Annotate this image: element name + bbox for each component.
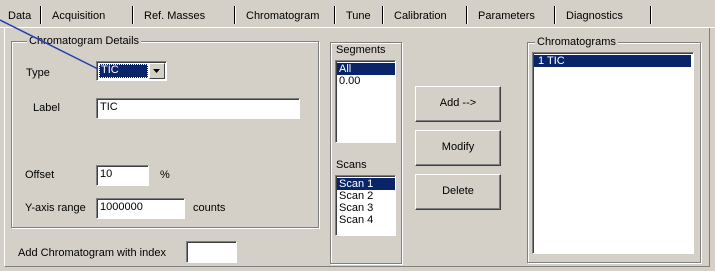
tab-tune[interactable]: Tune xyxy=(340,7,377,25)
tab-chromatogram[interactable]: Chromatogram xyxy=(240,7,325,25)
tab-separator xyxy=(466,6,468,24)
y-axis-range-input[interactable]: 1000000 xyxy=(96,198,185,219)
offset-input-value: 10 xyxy=(100,168,113,180)
tab-ref-masses[interactable]: Ref. Masses xyxy=(138,7,211,25)
y-axis-range-value: 1000000 xyxy=(100,201,143,213)
tab-separator xyxy=(334,6,336,24)
tab-separator xyxy=(382,6,384,24)
tab-separator xyxy=(234,6,236,24)
add-index-input[interactable] xyxy=(186,241,237,263)
tab-parameters[interactable]: Parameters xyxy=(472,7,541,25)
segments-title: Segments xyxy=(336,44,386,56)
modify-button[interactable]: Modify xyxy=(415,130,501,166)
tab-diagnostics[interactable]: Diagnostics xyxy=(560,7,629,25)
scan-item-1[interactable]: Scan 1 xyxy=(337,178,395,190)
scan-item-3[interactable]: Scan 3 xyxy=(337,202,395,214)
tab-calibration[interactable]: Calibration xyxy=(388,7,453,25)
segment-item-0-00[interactable]: 0.00 xyxy=(337,75,395,87)
label-label: Label xyxy=(33,102,60,114)
offset-input[interactable]: 10 xyxy=(96,165,149,186)
tab-separator xyxy=(650,6,652,24)
add-button[interactable]: Add --> xyxy=(415,86,501,122)
offset-label: Offset xyxy=(25,169,55,181)
tab-separator xyxy=(554,6,556,24)
scans-listbox[interactable]: Scan 1 Scan 2 Scan 3 Scan 4 xyxy=(335,175,396,236)
chromatogram-item[interactable]: 1 TIC xyxy=(534,55,691,67)
type-dropdown-button[interactable] xyxy=(149,63,165,79)
annotation-pointer-line xyxy=(0,19,99,70)
add-index-label: Add Chromatogram with index xyxy=(18,247,166,259)
chromatograms-title: Chromatograms xyxy=(535,36,618,48)
scans-title: Scans xyxy=(336,159,367,171)
scan-item-4[interactable]: Scan 4 xyxy=(337,214,395,226)
chromatograms-listbox[interactable]: 1 TIC xyxy=(532,52,694,254)
tab-separator xyxy=(132,6,134,24)
label-input[interactable]: TIC xyxy=(96,98,300,119)
y-axis-range-label: Y-axis range xyxy=(25,202,86,214)
offset-unit: % xyxy=(160,169,170,181)
segment-item-all[interactable]: All xyxy=(337,63,395,75)
y-axis-range-unit: counts xyxy=(193,202,226,214)
segments-listbox[interactable]: All 0.00 xyxy=(335,60,396,143)
delete-button[interactable]: Delete xyxy=(415,174,501,210)
label-input-value: TIC xyxy=(100,101,118,113)
scan-item-2[interactable]: Scan 2 xyxy=(337,190,395,202)
chevron-down-icon xyxy=(153,69,160,73)
